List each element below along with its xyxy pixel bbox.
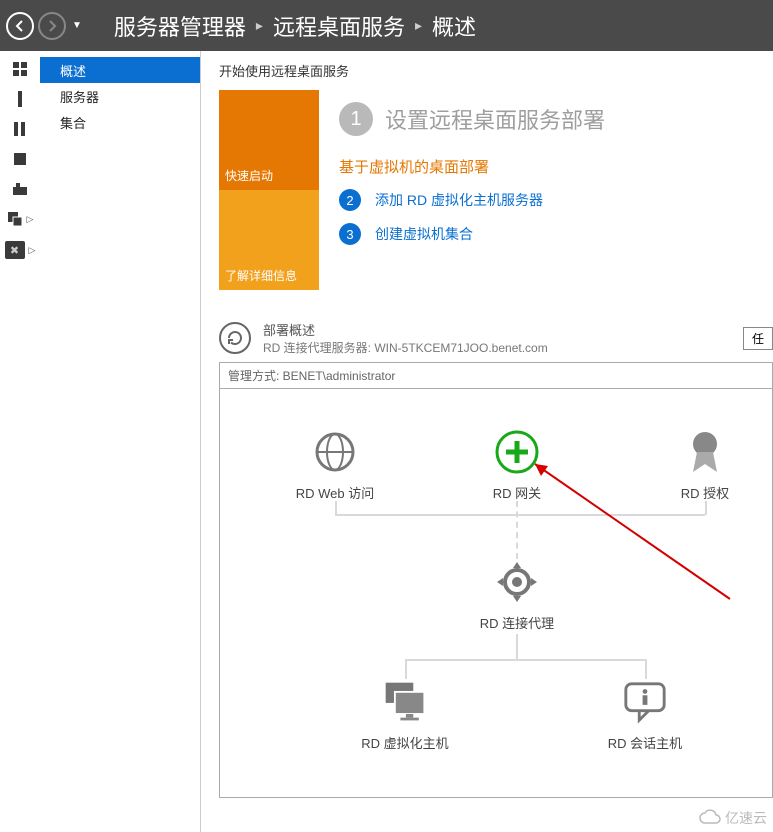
rd-gateway-node[interactable]: RD 网关: [452, 429, 582, 502]
chat-info-icon: [622, 679, 668, 725]
rds-icon: [7, 211, 23, 227]
deployment-diagram: RD Web 访问 RD 网关 RD 授权: [219, 388, 773, 798]
deployment-subtitle: RD 连接代理服务器: WIN-5TKCEM71JOO.benet.com: [263, 339, 731, 356]
chevron-right-icon: ▸: [415, 17, 422, 34]
title-bar: ▼ 服务器管理器 ▸ 远程桌面服务 ▸ 概述: [0, 0, 773, 51]
arrow-right-icon: [45, 19, 59, 33]
connector-line: [335, 501, 337, 515]
add-gateway-icon: [494, 429, 540, 475]
chevron-right-icon: ▸: [256, 17, 263, 34]
breadcrumb: 服务器管理器 ▸ 远程桌面服务 ▸ 概述: [114, 10, 476, 42]
sidebar: 概述 服务器 集合: [40, 51, 200, 832]
caret-right-icon: ▷: [29, 245, 36, 256]
connector-line: [335, 514, 705, 516]
steps-panel: 1 设置远程桌面服务部署 基于虚拟机的桌面部署 2 添加 RD 虚拟化主机服务器…: [339, 90, 773, 290]
rd-session-node[interactable]: RD 会话主机: [580, 679, 710, 752]
cloud-icon: [699, 809, 721, 828]
main-content: 开始使用远程桌面服务 快速启动 了解详细信息 1 设置远程桌面服务部署 基于虚拟…: [200, 51, 773, 832]
server-icon[interactable]: [12, 91, 28, 107]
rds-rail-item[interactable]: ▷: [7, 211, 34, 227]
step-row: 2 添加 RD 虚拟化主机服务器: [339, 189, 773, 211]
monitor-stack-icon: [382, 679, 428, 725]
storage-icon[interactable]: [12, 181, 28, 197]
learn-more-tile[interactable]: 了解详细信息: [219, 190, 319, 290]
disk-icon[interactable]: [12, 151, 28, 167]
rd-web-node[interactable]: RD Web 访问: [270, 429, 400, 502]
watermark: 亿速云: [699, 808, 767, 828]
deployment-title: 部署概述: [263, 320, 731, 339]
connector-line: [405, 659, 645, 661]
create-vm-collection-link[interactable]: 创建虚拟机集合: [375, 224, 473, 244]
step-number-badge: 1: [339, 102, 373, 136]
stop-icon: ✖: [5, 241, 25, 259]
servers-icon[interactable]: [12, 121, 28, 137]
tasks-button[interactable]: 任: [743, 327, 773, 350]
deployment-header: 部署概述 RD 连接代理服务器: WIN-5TKCEM71JOO.benet.c…: [219, 320, 773, 356]
step-header: 1 设置远程桌面服务部署: [339, 102, 773, 136]
breadcrumb-item[interactable]: 概述: [432, 10, 476, 42]
connector-line: [645, 659, 647, 679]
refresh-icon: [226, 329, 244, 347]
sidebar-item-servers[interactable]: 服务器: [40, 83, 200, 109]
node-label: RD Web 访问: [270, 483, 400, 502]
tile-label: 快速启动: [225, 167, 273, 184]
node-label: RD 虚拟化主机: [340, 733, 470, 752]
breadcrumb-item[interactable]: 服务器管理器: [114, 10, 246, 42]
ribbon-icon: [682, 429, 728, 475]
globe-icon: [312, 429, 358, 475]
rd-broker-node[interactable]: RD 连接代理: [452, 559, 582, 632]
tile-column: 快速启动 了解详细信息: [219, 90, 319, 290]
sidebar-item-label: 概述: [60, 61, 86, 80]
watermark-text: 亿速云: [725, 808, 767, 828]
connector-line: [516, 634, 518, 659]
refresh-button[interactable]: [219, 322, 251, 354]
icon-rail: ▷ ✖ ▷: [0, 51, 40, 832]
sidebar-item-collections[interactable]: 集合: [40, 109, 200, 135]
node-label: RD 连接代理: [452, 613, 582, 632]
connector-line: [405, 659, 407, 679]
rd-license-node[interactable]: RD 授权: [640, 429, 770, 502]
add-virt-host-link[interactable]: 添加 RD 虚拟化主机服务器: [375, 190, 543, 210]
quickstart-panel: 快速启动 了解详细信息 1 设置远程桌面服务部署 基于虚拟机的桌面部署 2 添加…: [219, 90, 773, 290]
tile-label: 了解详细信息: [225, 267, 297, 284]
sidebar-item-label: 服务器: [60, 87, 99, 106]
back-button[interactable]: [6, 12, 34, 40]
node-label: RD 网关: [452, 483, 582, 502]
broker-icon: [494, 559, 540, 605]
breadcrumb-item[interactable]: 远程桌面服务: [273, 10, 405, 42]
caret-right-icon: ▷: [27, 214, 34, 225]
arrow-left-icon: [13, 19, 27, 33]
step-title: 设置远程桌面服务部署: [385, 103, 605, 135]
connector-dashed: [516, 501, 518, 559]
dashboard-icon[interactable]: [12, 61, 28, 77]
stop-rail-item[interactable]: ✖ ▷: [5, 241, 36, 259]
deployment-overview: 部署概述 RD 连接代理服务器: WIN-5TKCEM71JOO.benet.c…: [219, 320, 773, 798]
nav-dropdown-icon[interactable]: ▼: [72, 20, 82, 31]
sidebar-item-overview[interactable]: 概述: [40, 57, 200, 83]
step-number-badge: 3: [339, 223, 361, 245]
managed-by-label: 管理方式: BENET\administrator: [219, 362, 773, 388]
node-label: RD 授权: [640, 483, 770, 502]
node-label: RD 会话主机: [580, 733, 710, 752]
quickstart-tile[interactable]: 快速启动: [219, 90, 319, 190]
deployment-subtitle: 基于虚拟机的桌面部署: [339, 156, 773, 177]
rd-virt-node[interactable]: RD 虚拟化主机: [340, 679, 470, 752]
forward-button[interactable]: [38, 12, 66, 40]
step-row: 3 创建虚拟机集合: [339, 223, 773, 245]
step-number-badge: 2: [339, 189, 361, 211]
sidebar-item-label: 集合: [60, 113, 86, 132]
connector-line: [705, 501, 707, 515]
quickstart-title: 开始使用远程桌面服务: [219, 61, 773, 80]
